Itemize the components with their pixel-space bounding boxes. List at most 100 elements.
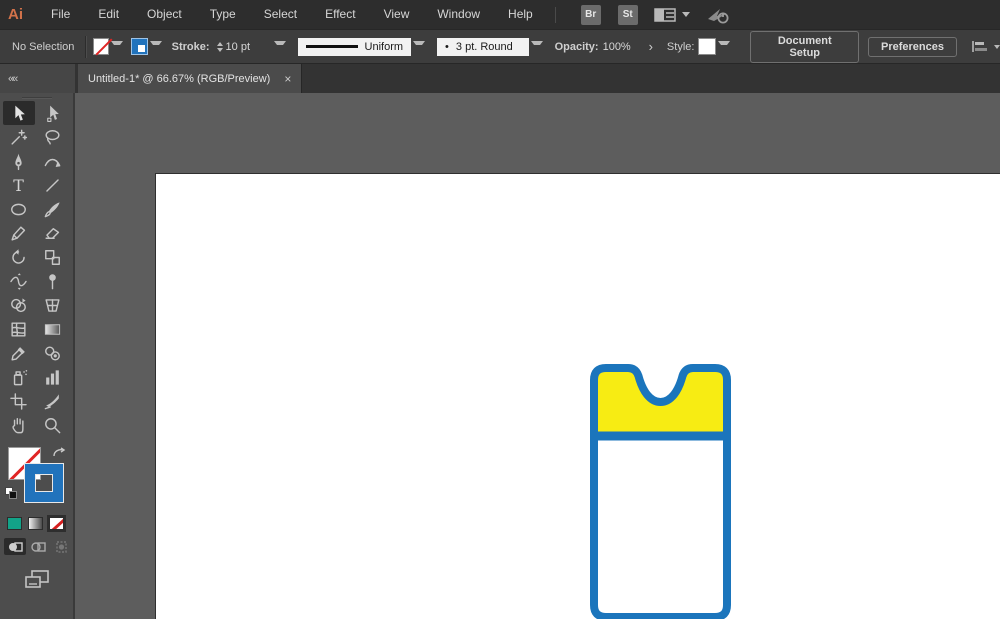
screen-mode-icon — [24, 569, 50, 589]
gradient-button[interactable] — [28, 517, 43, 530]
lasso-tool[interactable] — [37, 125, 69, 149]
style-swatch[interactable] — [698, 38, 716, 55]
fill-color-swatch[interactable] — [93, 38, 109, 55]
gpu-performance-button[interactable] — [706, 6, 732, 24]
preferences-button[interactable]: Preferences — [868, 37, 957, 57]
menu-help[interactable]: Help — [494, 0, 547, 29]
menu-object[interactable]: Object — [133, 0, 196, 29]
menubar-divider — [555, 7, 556, 23]
change-screen-mode-button[interactable] — [20, 569, 54, 589]
bridge-button[interactable]: Br — [581, 5, 601, 25]
menu-file[interactable]: File — [37, 0, 84, 29]
line-segment-tool[interactable] — [37, 173, 69, 197]
swap-fill-stroke-icon[interactable] — [52, 447, 66, 459]
document-tab[interactable]: Untitled-1* @ 66.67% (RGB/Preview) × — [78, 64, 302, 93]
document-tab-title: Untitled-1* @ 66.67% (RGB/Preview) — [88, 73, 270, 85]
control-panel: No Selection Stroke: 10 pt Uniform • 3 p… — [0, 29, 1000, 64]
direct-selection-tool[interactable] — [37, 101, 69, 125]
stroke-weight-stepper[interactable] — [217, 42, 223, 52]
perspective-grid-tool[interactable] — [37, 293, 69, 317]
draw-behind-button[interactable] — [27, 538, 49, 555]
magic-wand-tool[interactable] — [3, 125, 35, 149]
style-chevron-icon[interactable] — [718, 41, 730, 53]
none-button[interactable] — [49, 517, 64, 530]
phone-case-shape[interactable] — [590, 364, 731, 619]
width-tool[interactable] — [3, 269, 35, 293]
style-label: Style: — [667, 41, 695, 53]
symbol-sprayer-tool[interactable] — [3, 365, 35, 389]
draw-normal-button[interactable] — [4, 538, 26, 555]
artboard[interactable] — [155, 173, 1000, 619]
opacity-label: Opacity: — [555, 41, 599, 53]
paintbrush-tool[interactable] — [37, 197, 69, 221]
workspace-layout-icon — [654, 8, 676, 22]
mesh-tool[interactable] — [3, 317, 35, 341]
hand-tool[interactable] — [3, 413, 35, 437]
opacity-more-arrow[interactable]: › — [649, 39, 653, 54]
stroke-color-swatch[interactable] — [131, 38, 147, 55]
rotate-tool[interactable] — [3, 245, 35, 269]
align-icon — [971, 39, 989, 54]
slice-tool[interactable] — [37, 389, 69, 413]
menu-select[interactable]: Select — [250, 0, 311, 29]
artboard-tool[interactable] — [3, 389, 35, 413]
fill-chevron-icon[interactable] — [111, 41, 123, 53]
shape-builder-tool[interactable] — [3, 293, 35, 317]
puppet-warp-tool[interactable] — [37, 269, 69, 293]
color-mode-buttons — [0, 509, 73, 530]
selection-tool[interactable] — [3, 101, 35, 125]
workspace-switcher[interactable] — [654, 8, 690, 22]
ellipse-tool[interactable] — [3, 197, 35, 221]
stroke-chevron-icon[interactable] — [150, 41, 162, 53]
stroke-color-indicator[interactable] — [25, 464, 63, 502]
align-chevron-icon — [994, 45, 1000, 49]
brush-chevron-icon[interactable] — [531, 41, 543, 53]
menu-effect[interactable]: Effect — [311, 0, 369, 29]
brush-value: 3 pt. Round — [456, 41, 513, 53]
type-tool[interactable]: T — [3, 173, 35, 197]
scale-tool[interactable] — [37, 245, 69, 269]
curvature-tool[interactable] — [37, 149, 69, 173]
shaper-tool[interactable] — [3, 221, 35, 245]
fill-stroke-control — [0, 447, 73, 509]
eyedropper-tool[interactable] — [3, 341, 35, 365]
stroke-weight-chevron-icon[interactable] — [274, 41, 286, 53]
selection-status: No Selection — [12, 41, 74, 53]
control-divider — [85, 36, 86, 58]
align-options[interactable] — [971, 39, 1000, 54]
drawing-mode-buttons — [0, 530, 73, 555]
menu-window[interactable]: Window — [423, 0, 494, 29]
rocket-power-icon — [706, 6, 732, 24]
panel-grip[interactable] — [22, 97, 52, 99]
brush-definition-dropdown[interactable]: • 3 pt. Round — [437, 38, 529, 56]
draw-inside-button[interactable] — [50, 538, 72, 555]
menu-view[interactable]: View — [370, 0, 424, 29]
default-fill-stroke-icon[interactable] — [5, 487, 19, 501]
document-setup-button[interactable]: Document Setup — [750, 31, 859, 63]
menu-edit[interactable]: Edit — [84, 0, 133, 29]
uniform-profile-icon — [306, 45, 358, 48]
chevron-down-icon — [682, 12, 690, 17]
menu-bar: Ai FileEditObjectTypeSelectEffectViewWin… — [0, 0, 1000, 29]
illustrator-logo: Ai — [0, 6, 37, 23]
variable-width-profile-dropdown[interactable]: Uniform — [298, 38, 412, 56]
blend-tool[interactable] — [37, 341, 69, 365]
brush-dot-icon: • — [445, 41, 449, 53]
color-button[interactable] — [7, 517, 22, 530]
eraser-tool[interactable] — [37, 221, 69, 245]
profile-chevron-icon[interactable] — [413, 41, 425, 53]
stroke-weight-label: Stroke: — [172, 41, 210, 53]
opacity-value[interactable]: 100% — [603, 41, 637, 53]
stock-button[interactable]: St — [618, 5, 638, 25]
gradient-tool[interactable] — [37, 317, 69, 341]
zoom-tool[interactable] — [37, 413, 69, 437]
column-graph-tool[interactable] — [37, 365, 69, 389]
menu-type[interactable]: Type — [196, 0, 250, 29]
close-tab-icon[interactable]: × — [284, 72, 291, 86]
pen-tool[interactable] — [3, 149, 35, 173]
document-tab-bar: «« Untitled-1* @ 66.67% (RGB/Preview) × — [0, 64, 1000, 93]
canvas-area[interactable] — [75, 93, 1000, 619]
tools-panel-header: «« — [0, 64, 75, 93]
stroke-weight-value[interactable]: 10 pt — [226, 41, 260, 53]
collapse-panel-icon[interactable]: «« — [8, 73, 16, 85]
